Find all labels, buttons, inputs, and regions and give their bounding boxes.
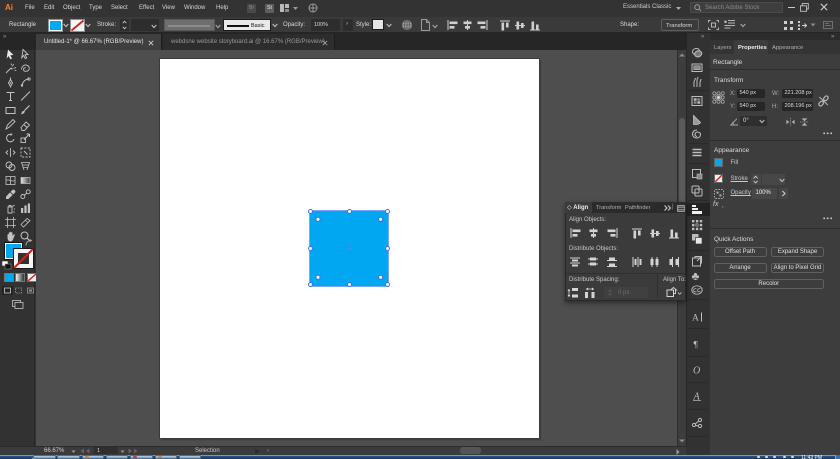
- svg-text:¶: ¶: [694, 340, 699, 350]
- svg-text:♣: ♣: [692, 269, 700, 283]
- svg-text:A: A: [692, 313, 699, 323]
- svg-text:O: O: [693, 366, 700, 377]
- svg-text:A: A: [693, 391, 701, 402]
